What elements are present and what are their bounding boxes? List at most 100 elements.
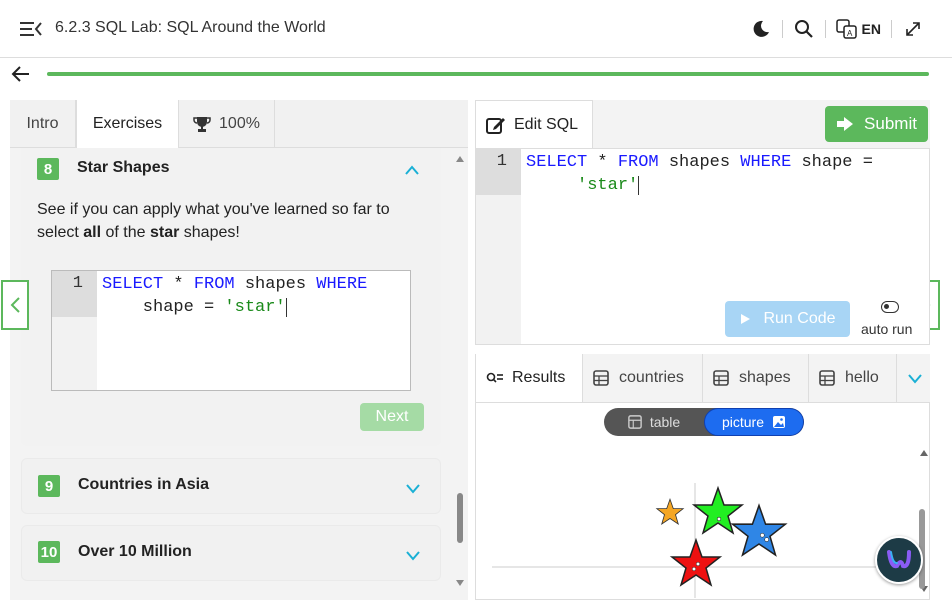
- tab-exercises[interactable]: Exercises: [76, 100, 179, 148]
- tab-shapes[interactable]: shapes: [703, 354, 809, 402]
- tab-label: Intro: [26, 115, 59, 132]
- table-view-option[interactable]: table: [604, 408, 704, 436]
- submit-arrow-icon: [837, 117, 854, 131]
- code-token: *: [587, 153, 618, 172]
- run-label: Run Code: [763, 310, 836, 327]
- exercise-number-badge: 10: [38, 541, 60, 563]
- table-icon: [593, 370, 609, 386]
- code-token: *: [163, 275, 194, 294]
- divider: [891, 20, 892, 38]
- table-icon: [627, 415, 642, 429]
- app-window: 6.2.3 SQL Lab: SQL Around the World A EN: [0, 0, 952, 613]
- results-icon: [486, 372, 503, 383]
- tab-label: Edit SQL: [514, 115, 579, 133]
- shapes-picture: [492, 483, 900, 598]
- left-tab-bar: Intro Exercises 100%: [10, 100, 468, 148]
- chevron-up-icon[interactable]: [404, 164, 420, 176]
- table-icon: [819, 370, 835, 386]
- auto-run-label: auto run: [861, 321, 913, 337]
- sql-editor[interactable]: 1 SELECT * FROM shapes WHERE shape = 'st…: [475, 148, 930, 345]
- chevron-down-icon[interactable]: [907, 372, 923, 384]
- exercise-title: Star Shapes: [77, 159, 170, 176]
- top-bar: 6.2.3 SQL Lab: SQL Around the World A EN: [0, 0, 952, 58]
- scroll-up-icon[interactable]: [919, 449, 929, 457]
- exercise-title: Over 10 Million: [78, 543, 192, 560]
- exercise-description: See if you can apply what you've learned…: [37, 198, 427, 244]
- tab-label: shapes: [739, 369, 791, 386]
- picture-view-option[interactable]: picture: [704, 408, 804, 436]
- chevron-down-icon[interactable]: [405, 482, 421, 494]
- scroll-down-icon[interactable]: [454, 578, 466, 588]
- submit-button[interactable]: Submit: [825, 106, 928, 142]
- keyword: WHERE: [316, 275, 368, 294]
- description-line: See if you can apply what you've learned…: [37, 201, 390, 218]
- results-output: table picture: [475, 402, 930, 600]
- tab-score[interactable]: 100%: [179, 100, 275, 148]
- tab-countries[interactable]: countries: [583, 354, 703, 402]
- exercise-card-9[interactable]: 9 Countries in Asia: [21, 458, 441, 514]
- picture-option-label: picture: [721, 414, 765, 430]
- language-label[interactable]: EN: [862, 21, 881, 37]
- exercise-card-10[interactable]: 10 Over 10 Million: [21, 525, 441, 581]
- table-option-label: table: [649, 414, 681, 430]
- run-code-button[interactable]: Run Code: [725, 301, 850, 337]
- star-blue: [730, 503, 788, 557]
- code-text: SELECT * FROM shapes WHERE shape = 'star…: [102, 273, 367, 319]
- scrollbar-thumb[interactable]: [457, 493, 463, 543]
- string-literal: 'star': [224, 298, 286, 317]
- tab-label: Exercises: [92, 115, 163, 132]
- text-cursor: ​: [285, 298, 287, 317]
- exercise-number-badge: 9: [38, 475, 60, 497]
- scroll-up-icon[interactable]: [454, 154, 466, 164]
- description-bold: all: [83, 224, 102, 241]
- line-number: 1: [496, 152, 507, 171]
- auto-run-toggle[interactable]: [881, 301, 899, 313]
- back-arrow-icon[interactable]: [10, 63, 32, 85]
- translate-icon[interactable]: A: [835, 18, 858, 40]
- code-answer-box[interactable]: 1 SELECT * FROM shapes WHERE shape = 'st…: [51, 270, 411, 391]
- keyword: SELECT: [526, 153, 588, 172]
- tab-hello[interactable]: hello: [809, 354, 897, 402]
- image-icon: [773, 416, 786, 428]
- assistant-logo-button[interactable]: [875, 536, 923, 584]
- exercise-number-badge: 8: [37, 158, 59, 180]
- keyword: WHERE: [740, 153, 792, 172]
- keyword: SELECT: [102, 275, 164, 294]
- top-toolbar: A EN: [750, 17, 924, 41]
- star-orange: [655, 498, 685, 525]
- description-text: of the: [101, 224, 150, 241]
- line-gutter: 1: [476, 149, 521, 344]
- exercise-pane: Intro Exercises 100% 8 Star Shapes See i…: [10, 100, 468, 600]
- exercise-card-8: 8 Star Shapes See if you can apply what …: [21, 148, 441, 446]
- string-literal: 'star': [577, 176, 639, 195]
- description-bold: star: [149, 224, 180, 241]
- dark-mode-icon[interactable]: [750, 18, 772, 40]
- fullscreen-icon[interactable]: [902, 18, 924, 40]
- chevron-down-icon[interactable]: [405, 549, 421, 561]
- view-mode-toggle[interactable]: table picture: [604, 408, 804, 436]
- keyword: FROM: [617, 153, 659, 172]
- description-text: shapes!: [179, 224, 240, 241]
- chevron-left-icon: [10, 297, 20, 313]
- tab-results[interactable]: Results: [475, 354, 583, 402]
- tab-label: countries: [619, 369, 684, 386]
- code-token: shape =: [102, 298, 225, 317]
- previous-page-button[interactable]: [1, 280, 29, 330]
- divider: [824, 20, 826, 38]
- search-icon[interactable]: [793, 18, 815, 40]
- play-icon: [741, 314, 751, 324]
- line-gutter: 1: [52, 271, 97, 390]
- tab-edit-sql[interactable]: Edit SQL: [475, 100, 593, 148]
- code-token: shape =: [791, 153, 873, 172]
- keyword: FROM: [193, 275, 235, 294]
- code-text: SELECT * FROM shapes WHERE shape = 'star…: [526, 151, 873, 197]
- next-button[interactable]: Next: [360, 403, 424, 431]
- active-line-highlight: 1: [52, 271, 97, 317]
- tab-label: Results: [512, 369, 566, 386]
- line-number: 1: [72, 274, 83, 293]
- menu-collapse-icon[interactable]: [20, 20, 42, 38]
- description-text: select: [37, 224, 84, 241]
- results-pane: Results countries shapes hello table pic…: [475, 354, 930, 600]
- tab-intro[interactable]: Intro: [10, 100, 76, 148]
